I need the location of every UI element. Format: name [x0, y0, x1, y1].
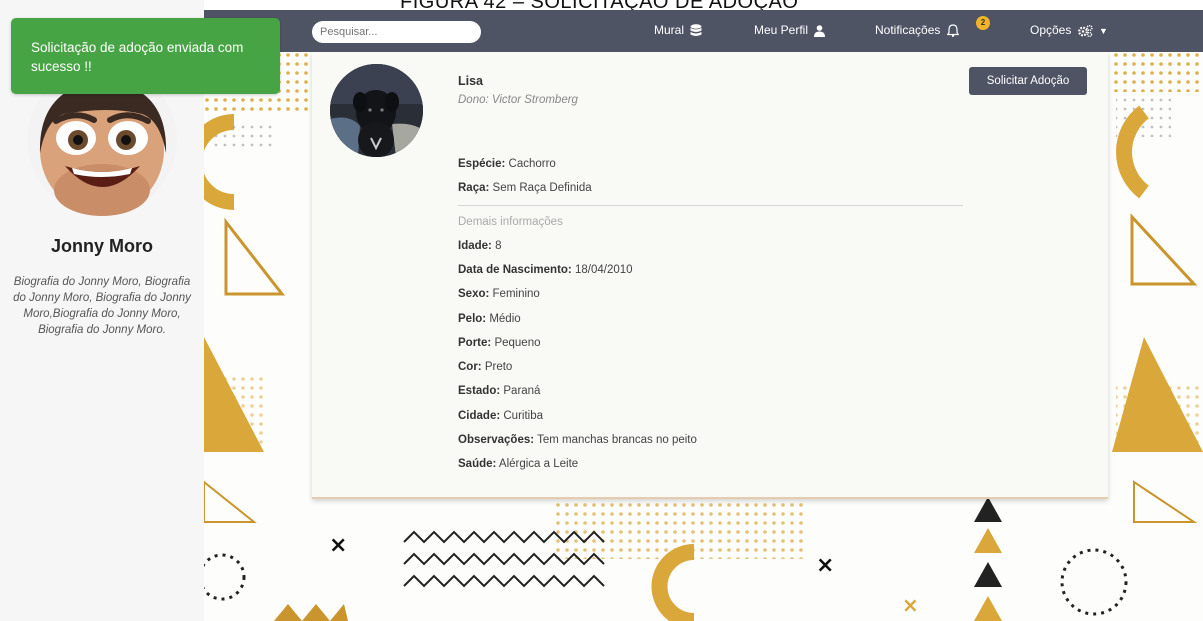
gears-icon — [1077, 24, 1093, 37]
nav-notificacoes-label: Notificações — [875, 23, 941, 37]
field-value: Curitiba — [503, 410, 544, 422]
field-label: Cor: — [458, 361, 482, 373]
dog-photo-image — [330, 64, 423, 157]
request-adoption-button[interactable]: Solicitar Adoção — [969, 67, 1087, 95]
field-value: Tem manchas brancas no peito — [537, 434, 697, 446]
field-label: Pelo: — [458, 313, 487, 325]
svg-text:×: × — [902, 593, 919, 617]
success-toast[interactable]: Solicitação de adoção enviada com sucess… — [11, 18, 280, 94]
nav-notificacoes[interactable]: Notificações — [875, 23, 959, 38]
caret-down-icon: ▼ — [1099, 25, 1108, 36]
search-input[interactable] — [312, 21, 481, 43]
svg-text:×: × — [816, 553, 834, 578]
field-value: Paraná — [503, 385, 541, 397]
nav-opcoes-label: Opções — [1030, 23, 1072, 37]
field-saude: Saúde: Alérgica a Leite — [458, 458, 578, 470]
field-sexo: Sexo: Feminino — [458, 288, 540, 300]
field-especie: Espécie: Cachorro — [458, 158, 556, 170]
field-porte: Porte: Pequeno — [458, 337, 540, 349]
field-data-nascimento: Data de Nascimento: 18/04/2010 — [458, 264, 633, 276]
field-value: Médio — [489, 313, 521, 325]
field-label: Porte: — [458, 337, 492, 349]
field-label: Idade: — [458, 240, 492, 252]
field-raca: Raça: Sem Raça Definida — [458, 182, 592, 194]
field-observacoes: Observações: Tem manchas brancas no peit… — [458, 434, 697, 446]
database-icon — [690, 24, 702, 37]
field-value: 8 — [495, 240, 502, 252]
field-value: Pequeno — [494, 337, 541, 349]
pet-photo — [330, 64, 423, 157]
field-label: Sexo: — [458, 288, 490, 300]
bell-icon — [946, 24, 959, 38]
field-value: Alérgica a Leite — [498, 458, 579, 470]
pet-name: Lisa — [458, 74, 484, 88]
pet-details-card: Lisa Dono: Victor Stromberg Solicitar Ad… — [312, 52, 1108, 499]
field-label: Observações: — [458, 434, 535, 446]
more-info-title: Demais informações — [458, 216, 563, 228]
field-value: Cachorro — [508, 158, 556, 170]
field-cidade: Cidade: Curitiba — [458, 410, 543, 422]
field-value: Preto — [484, 361, 513, 373]
pet-owner: Dono: Victor Stromberg — [458, 94, 578, 106]
toast-message: Solicitação de adoção enviada com sucess… — [31, 40, 244, 74]
field-value: Feminino — [492, 288, 540, 300]
nav-meu-perfil[interactable]: Meu Perfil — [754, 23, 826, 37]
field-label: Raça: — [458, 182, 490, 194]
nav-mural[interactable]: Mural — [654, 23, 702, 37]
notification-count-badge: 2 — [976, 16, 990, 30]
profile-name: Jonny Moro — [51, 236, 153, 256]
top-navbar: Mural Meu Perfil Notificações 2 Opções ▼ — [204, 10, 1203, 52]
field-label: Cidade: — [458, 410, 501, 422]
field-label: Estado: — [458, 385, 501, 397]
field-value: Sem Raça Definida — [492, 182, 592, 194]
section-divider — [458, 205, 963, 206]
field-idade: Idade: 8 — [458, 240, 501, 252]
field-estado: Estado: Paraná — [458, 385, 540, 397]
svg-text:×: × — [329, 533, 347, 558]
profile-bio: Biografia do Jonny Moro, Biografia do Jo… — [13, 276, 191, 336]
field-pelo: Pelo: Médio — [458, 313, 521, 325]
field-label: Saúde: — [458, 458, 497, 470]
field-cor: Cor: Preto — [458, 361, 512, 373]
user-icon — [814, 25, 826, 37]
nav-opcoes-dropdown[interactable]: Opções ▼ — [1030, 23, 1108, 37]
field-label: Espécie: — [458, 158, 506, 170]
field-value: 18/04/2010 — [574, 264, 633, 276]
field-label: Data de Nascimento: — [458, 264, 572, 276]
nav-perfil-label: Meu Perfil — [754, 23, 809, 37]
nav-mural-label: Mural — [654, 23, 685, 37]
